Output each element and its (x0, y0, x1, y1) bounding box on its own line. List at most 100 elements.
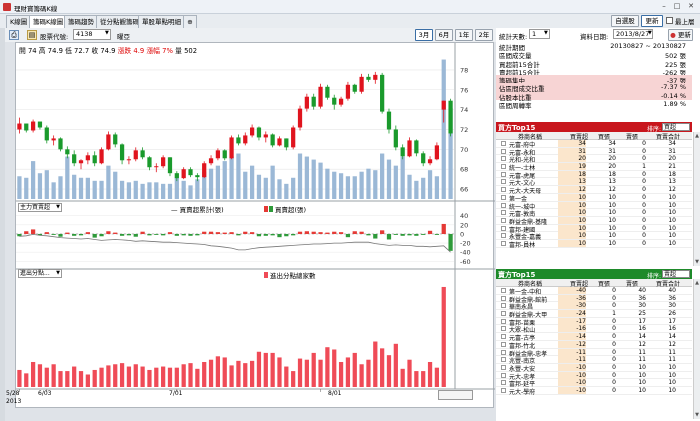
buy-value: 0 (612, 325, 616, 333)
folder-icon[interactable]: ▤ (27, 30, 37, 40)
row-checkbox[interactable] (501, 202, 506, 208)
table-row[interactable]: 光和-光和 20 20 0 20 (496, 155, 692, 164)
scroll-up-icon[interactable]: ▲ (694, 280, 700, 286)
volume-bar (325, 168, 330, 199)
custom-list-button[interactable]: 自選股 (611, 15, 639, 27)
table-row[interactable]: 兆豐-南京 -11 0 11 11 (496, 356, 692, 365)
tab-k-chart[interactable]: K線圖 (6, 15, 32, 28)
table-row[interactable]: 元大-忠孝 -10 0 10 10 (496, 371, 692, 381)
always-on-top-checkbox[interactable] (666, 17, 673, 24)
sell-value: 0 (642, 170, 646, 178)
table-row[interactable]: 富邦-竹北 -12 0 12 12 (496, 340, 692, 350)
table-row[interactable]: 元富-敦南 10 10 0 10 (496, 209, 692, 218)
row-checkbox[interactable] (501, 164, 506, 170)
branch-panel-selector[interactable]: 進出分點... ▼ (18, 269, 62, 278)
branch-bar (181, 364, 186, 387)
scroll-down-icon[interactable]: ▼ (694, 412, 700, 418)
row-checkbox[interactable] (501, 210, 506, 216)
row-checkbox[interactable] (501, 141, 506, 146)
row-checkbox[interactable] (501, 194, 506, 200)
table-row[interactable]: 群益金鼎-基隆 10 10 0 10 (496, 216, 692, 226)
update-button[interactable]: ● 更新 (668, 29, 693, 41)
row-checkbox[interactable] (501, 341, 506, 347)
row-checkbox[interactable] (501, 311, 506, 317)
row-checkbox[interactable] (501, 179, 506, 185)
net-tick-label: 40 (460, 212, 468, 220)
chart-scroll-thumb[interactable] (438, 390, 473, 400)
table-row[interactable]: 富邦-苗栗 -17 0 17 17 (496, 317, 692, 327)
table-row[interactable]: 元大-文心 13 13 0 13 (496, 178, 692, 187)
chevron-down-icon[interactable]: ▼ (544, 30, 548, 36)
range-3m-button[interactable]: 3月 (415, 29, 433, 41)
range-1y-button[interactable]: 1年 (455, 29, 473, 41)
refresh-button[interactable]: 更新 (641, 15, 663, 27)
close-button[interactable]: ✕ (685, 1, 697, 12)
new-tab-icon[interactable]: ⊕ (183, 15, 197, 28)
row-checkbox[interactable] (501, 318, 506, 324)
row-checkbox[interactable] (501, 156, 506, 162)
row-checkbox[interactable] (501, 334, 506, 340)
row-checkbox[interactable] (501, 303, 506, 309)
table-row[interactable]: 元大-學府 -10 0 10 10 (496, 386, 692, 396)
chevron-down-icon[interactable]: ▼ (105, 30, 109, 36)
tab-chip-k-chart[interactable]: 籌碼K線圖 (29, 15, 68, 28)
volume-bar (427, 170, 433, 199)
table-row[interactable]: 元富-府中 34 34 0 34 (496, 140, 692, 149)
table-row[interactable]: 群益金鼎-忠孝 -11 0 11 11 (496, 348, 692, 358)
table-row[interactable]: 富邦-員林 10 10 0 10 (496, 239, 692, 249)
table-row[interactable]: 元富-永和 31 31 0 31 (496, 147, 692, 157)
maximize-button[interactable]: □ (671, 1, 683, 12)
table-row[interactable]: 大眾-松山 -16 0 16 16 (496, 325, 692, 334)
range-6m-button[interactable]: 6月 (435, 29, 453, 41)
table-row[interactable]: 統一-士林 19 20 1 21 (496, 163, 692, 172)
table-row[interactable]: 群益金鼎-館前 -36 0 36 36 (496, 294, 692, 304)
chevron-down-icon[interactable]: ▼ (648, 30, 652, 36)
net-panel-selector[interactable]: 主力買賣超 ▼ (18, 203, 62, 212)
row-checkbox[interactable] (501, 295, 506, 301)
row-checkbox[interactable] (501, 288, 506, 293)
row-checkbox[interactable] (501, 364, 506, 370)
row-checkbox[interactable] (501, 326, 506, 332)
table-row[interactable]: 富邦-建國 10 10 0 10 (496, 224, 692, 234)
table-row[interactable]: 永豐金-嘉義 10 10 0 10 (496, 232, 692, 241)
row-checkbox[interactable] (501, 372, 506, 378)
scroll-down-icon[interactable]: ▼ (694, 259, 700, 265)
table-row[interactable]: 統一-城中 10 10 0 10 (496, 201, 692, 211)
buy-scrollbar[interactable]: ▲ ▼ (693, 132, 700, 266)
row-checkbox[interactable] (501, 187, 506, 193)
table-row[interactable]: 華南永昌 -30 0 30 30 (496, 302, 692, 311)
row-checkbox[interactable] (501, 217, 506, 223)
table-row[interactable]: 第一金-中和 -40 0 40 40 (496, 287, 692, 296)
tab-single-stock-detail[interactable]: 單股單點明細 (138, 15, 185, 28)
minimize-button[interactable]: – (658, 1, 670, 12)
row-checkbox[interactable] (501, 380, 506, 386)
table-row[interactable]: 第一金 10 10 0 10 (496, 193, 692, 203)
table-row[interactable]: 永豐-大安 -10 0 10 10 (496, 363, 692, 373)
candle-body (249, 127, 255, 136)
row-checkbox[interactable] (501, 240, 506, 246)
print-icon[interactable]: ⎙ (9, 30, 19, 40)
row-checkbox[interactable] (501, 171, 506, 177)
row-checkbox[interactable] (501, 349, 506, 355)
candle-body (58, 138, 63, 150)
table-row[interactable]: 元大-大天母 12 12 0 12 (496, 186, 692, 195)
date-input[interactable]: 2013/8/27 (613, 29, 653, 39)
table-row[interactable]: 元富-虎尾 18 18 0 18 (496, 170, 692, 180)
table-row[interactable]: 元富-古亭 -14 0 14 14 (496, 333, 692, 342)
total-value: 10 (668, 363, 676, 371)
buy-sort-select[interactable]: 買超 (662, 123, 690, 131)
row-checkbox[interactable] (501, 233, 506, 239)
row-checkbox[interactable] (501, 357, 506, 363)
row-checkbox[interactable] (501, 225, 506, 231)
tab-chip-trend[interactable]: 籌碼趨勢 (64, 15, 98, 28)
range-2y-button[interactable]: 2年 (475, 29, 493, 41)
scroll-up-icon[interactable]: ▲ (694, 133, 700, 139)
row-checkbox[interactable] (501, 387, 506, 393)
table-row[interactable]: 群益金鼎-大甲 -24 1 25 26 (496, 310, 692, 319)
sell-scrollbar[interactable]: ▲ ▼ (693, 279, 700, 419)
net-value: 10 (558, 209, 586, 217)
sell-sort-select[interactable]: 賣超 (662, 270, 690, 278)
tab-branch-view[interactable]: 從分點觀籌碼 (96, 15, 143, 28)
row-checkbox[interactable] (501, 148, 506, 154)
table-row[interactable]: 富邦-延平 -10 0 10 10 (496, 379, 692, 388)
